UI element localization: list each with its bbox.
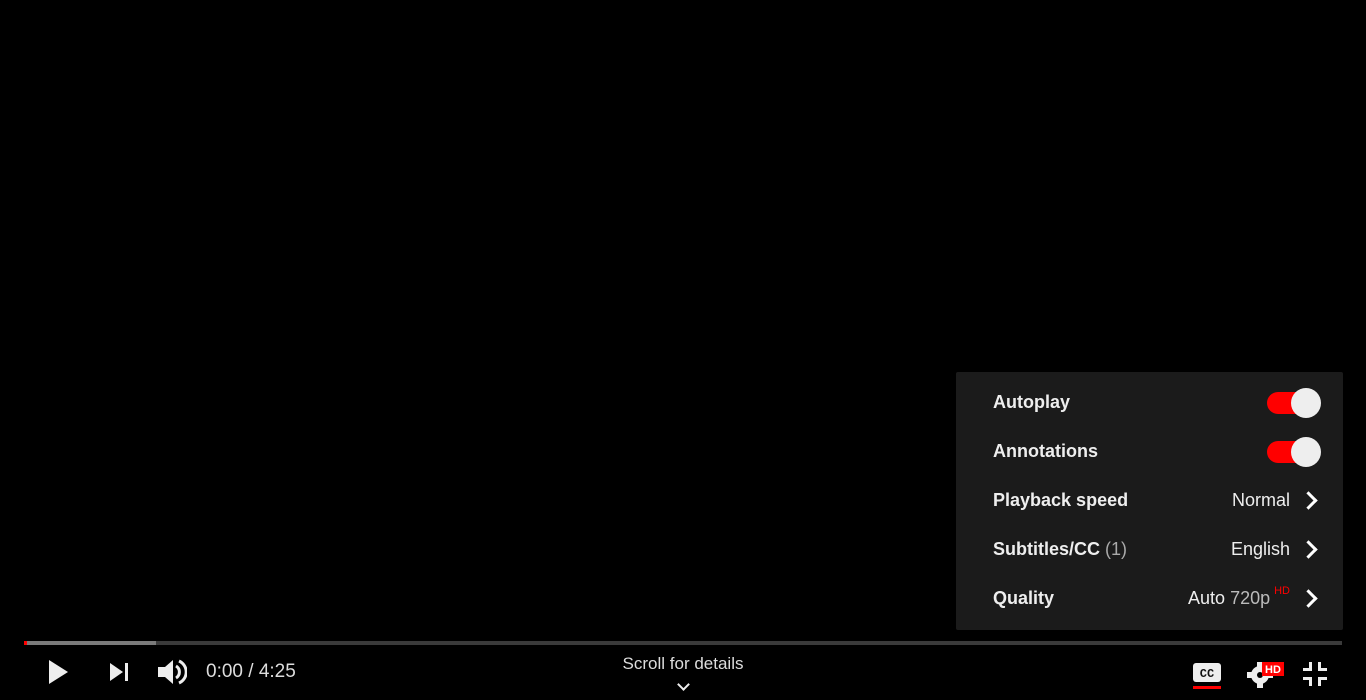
svg-text:CC: CC [1200, 667, 1214, 681]
menu-item-autoplay[interactable]: Autoplay [956, 378, 1343, 427]
next-button[interactable] [102, 654, 138, 690]
toggle-knob [1291, 436, 1321, 467]
scroll-hint-text: Scroll for details [622, 654, 744, 673]
toggle-knob [1291, 387, 1321, 418]
gear-icon: HD [1247, 662, 1284, 688]
time-separator: / [242, 661, 259, 682]
scroll-for-details[interactable]: Scroll for details [583, 654, 783, 691]
menu-item-annotations[interactable]: Annotations [956, 427, 1343, 476]
menu-item-playback-speed[interactable]: Playback speed Normal [956, 476, 1343, 525]
hd-badge-text: HD [1265, 664, 1281, 676]
menu-value: English [1230, 539, 1290, 559]
settings-button[interactable]: HD [1244, 656, 1288, 692]
quality-resolution: 720p [1230, 588, 1271, 608]
duration: 4:25 [258, 661, 296, 682]
captions-button[interactable]: CC [1188, 656, 1226, 692]
menu-item-subtitles[interactable]: Subtitles/CC (1) English [956, 525, 1343, 574]
exit-fullscreen-button[interactable] [1297, 656, 1333, 692]
menu-value: Normal [1231, 490, 1290, 510]
subtitle-count: (1) [1105, 539, 1128, 559]
current-time: 0:00 [206, 661, 243, 682]
chevron-right-icon [1299, 491, 1318, 510]
menu-label: Annotations [993, 441, 1098, 461]
quality-mode: Auto [1188, 588, 1226, 608]
menu-item-quality[interactable]: Quality Auto 720p HD [956, 574, 1343, 623]
play-button[interactable] [40, 654, 76, 690]
played-bar [24, 641, 27, 645]
menu-label: Autoplay [993, 392, 1071, 412]
menu-value: Auto 720p HD [1188, 585, 1290, 609]
hd-badge: HD [1274, 585, 1290, 597]
volume-button[interactable] [154, 654, 190, 690]
progress-bar[interactable] [24, 641, 1342, 645]
menu-label: Playback speed [993, 490, 1129, 510]
next-icon [110, 663, 128, 681]
chevron-right-icon [1299, 589, 1318, 608]
play-icon [49, 660, 68, 684]
menu-label: Subtitles/CC (1) [993, 539, 1127, 560]
chevron-down-icon [676, 678, 690, 691]
autoplay-toggle[interactable] [1267, 387, 1321, 418]
settings-menu: Autoplay Annotations Playback speed Norm… [956, 372, 1343, 630]
cc-icon: CC [1193, 663, 1221, 689]
time-display: 0:00 / 4:25 [206, 661, 296, 683]
volume-icon [158, 659, 187, 685]
chevron-right-icon [1299, 540, 1318, 559]
menu-label-text: Subtitles/CC [993, 539, 1101, 559]
exit-fullscreen-icon [1303, 662, 1327, 686]
annotations-toggle[interactable] [1267, 436, 1321, 467]
menu-label: Quality [993, 588, 1055, 608]
buffered-bar [24, 641, 156, 645]
